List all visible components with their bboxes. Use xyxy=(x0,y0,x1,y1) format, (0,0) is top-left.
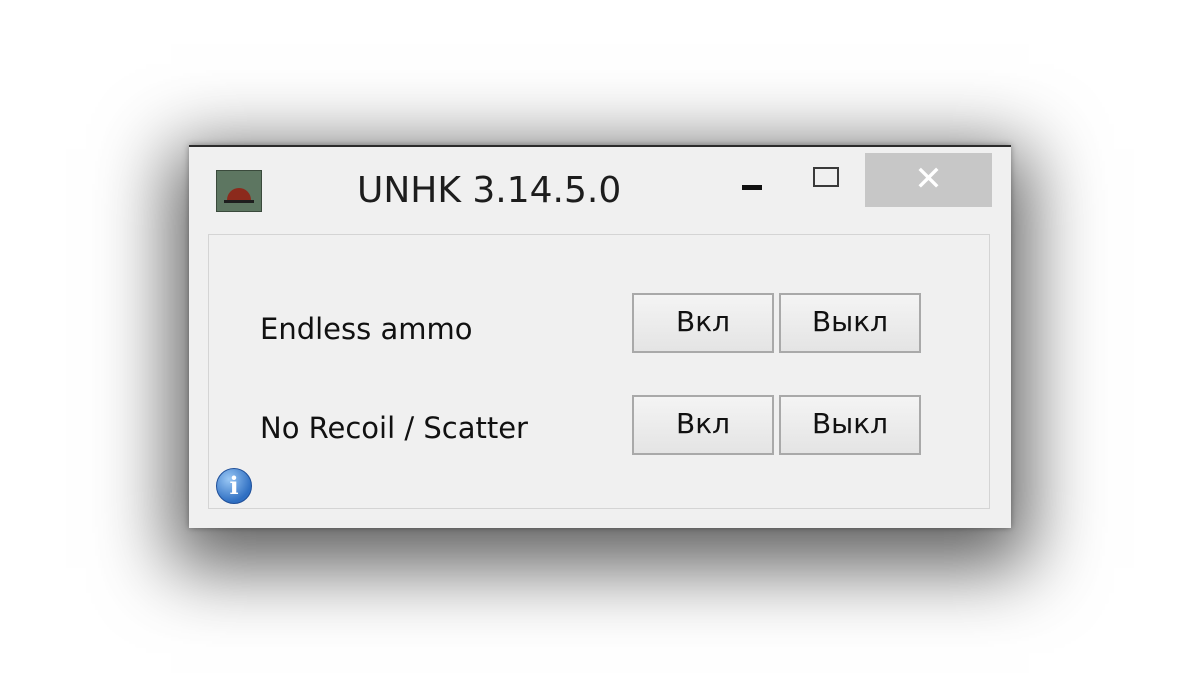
maximize-button[interactable] xyxy=(799,153,853,205)
maximize-icon xyxy=(813,167,839,187)
endless-ammo-off-button[interactable]: Выкл xyxy=(779,293,921,353)
screenshot-stage: UNHK 3.14.5.0 ✕ Endless ammo Вкл Выкл No… xyxy=(0,0,1200,675)
siren-base xyxy=(224,200,254,203)
no-recoil-off-button[interactable]: Выкл xyxy=(779,395,921,455)
siren-shape xyxy=(227,188,251,200)
no-recoil-on-button[interactable]: Вкл xyxy=(632,395,774,455)
window-title: UNHK 3.14.5.0 xyxy=(357,170,622,211)
app-window: UNHK 3.14.5.0 ✕ Endless ammo Вкл Выкл No… xyxy=(189,145,1011,528)
minimize-button[interactable] xyxy=(724,153,778,205)
endless-ammo-on-button[interactable]: Вкл xyxy=(632,293,774,353)
options-panel xyxy=(208,234,990,509)
close-icon: ✕ xyxy=(914,159,943,199)
option-label-no-recoil: No Recoil / Scatter xyxy=(260,411,528,445)
minimize-icon xyxy=(742,185,762,190)
info-icon[interactable]: i xyxy=(216,468,252,504)
option-label-endless-ammo: Endless ammo xyxy=(260,312,473,346)
car-siren-icon xyxy=(216,170,262,212)
close-button[interactable]: ✕ xyxy=(865,153,992,207)
